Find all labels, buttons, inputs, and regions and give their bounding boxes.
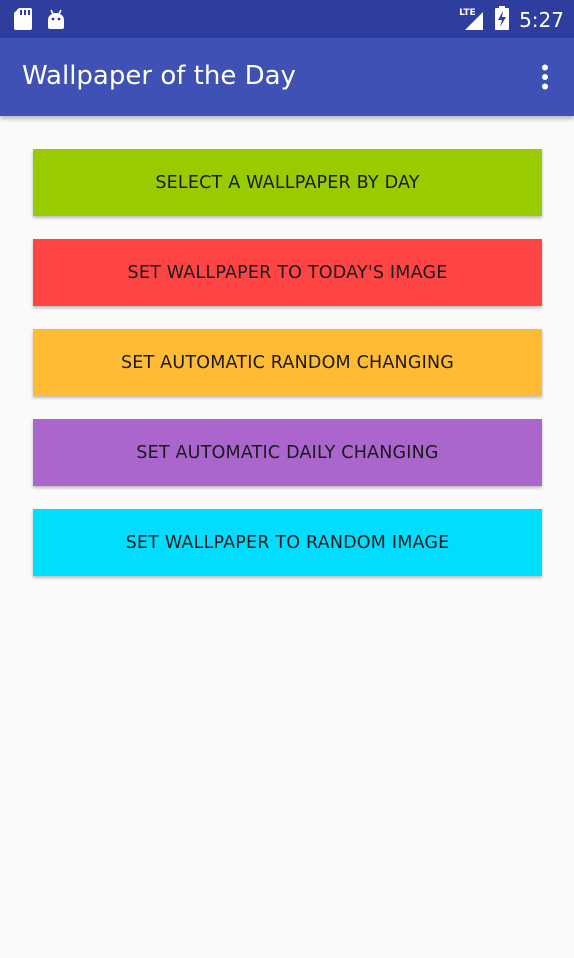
app-title: Wallpaper of the Day [22, 61, 296, 91]
status-system: LTE 5:27 [459, 6, 564, 34]
select-wallpaper-by-day-button[interactable]: SELECT A WALLPAPER BY DAY [33, 149, 542, 216]
app-screen: LTE 5:27 Wallpaper of the Day SELECT A W… [0, 0, 574, 958]
set-wallpaper-random-image-button[interactable]: SET WALLPAPER TO RANDOM IMAGE [33, 509, 542, 576]
action-button-list: SELECT A WALLPAPER BY DAY SET WALLPAPER … [33, 149, 542, 599]
sd-card-icon [14, 8, 32, 34]
app-bar: Wallpaper of the Day [0, 38, 574, 116]
set-wallpaper-today-button[interactable]: SET WALLPAPER TO TODAY'S IMAGE [33, 239, 542, 306]
android-icon [46, 9, 66, 33]
status-notifications [14, 8, 66, 34]
set-automatic-daily-changing-button[interactable]: SET AUTOMATIC DAILY CHANGING [33, 419, 542, 486]
status-bar: LTE 5:27 [0, 0, 574, 38]
status-time: 5:27 [519, 8, 564, 32]
set-automatic-random-changing-button[interactable]: SET AUTOMATIC RANDOM CHANGING [33, 329, 542, 396]
battery-charging-icon [495, 6, 510, 34]
more-vert-icon[interactable] [536, 63, 554, 91]
signal-icon: LTE [459, 8, 485, 32]
